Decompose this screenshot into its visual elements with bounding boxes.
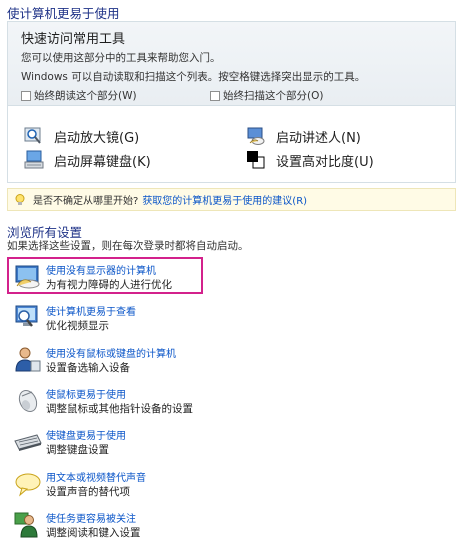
start-narrator-button[interactable]: 启动讲述人(N): [246, 126, 361, 146]
start-on-screen-keyboard-label: 启动屏幕键盘(K): [54, 154, 151, 170]
set-high-contrast-label: 设置高对比度(U): [276, 154, 374, 170]
settings-item-no-mouse-keyboard[interactable]: 使用没有鼠标或键盘的计算机 设置备选输入设备: [13, 345, 413, 381]
settings-desc: 设置声音的替代项: [46, 486, 130, 498]
start-narrator-label: 启动讲述人(N): [276, 130, 361, 146]
settings-link[interactable]: 使键盘更易于使用: [46, 427, 126, 442]
browse-subtitle: 如果选择这些设置，则在每次登录时都将自动启动。: [7, 240, 249, 252]
keyboard-icon: [14, 434, 42, 451]
start-magnifier-button[interactable]: 启动放大镜(G): [24, 126, 139, 146]
always-read-label: 始终朗读这个部分(W): [34, 90, 137, 102]
settings-link[interactable]: 使任务更容易被关注: [46, 510, 136, 525]
highlight-box: [7, 257, 203, 294]
always-read-checkbox[interactable]: 始终朗读这个部分(W): [21, 88, 137, 103]
settings-link[interactable]: 使计算机更易于查看: [46, 303, 136, 318]
settings-desc: 调整鼠标或其他指针设备的设置: [46, 403, 193, 415]
quick-access-desc-1: 您可以使用这部分中的工具来帮助您入门。: [21, 52, 221, 64]
settings-link[interactable]: 使鼠标更易于使用: [46, 386, 126, 401]
narrator-icon: [247, 127, 265, 145]
settings-item-focus-tasks[interactable]: 使任务更容易被关注 调整阅读和键入设置: [13, 510, 413, 546]
suggestion-tip-bar: 是否不确定从哪里开始? 获取您的计算机更易于使用的建议(R): [7, 188, 456, 211]
lightbulb-icon: [15, 193, 25, 205]
on-screen-keyboard-icon: [24, 150, 44, 169]
get-recommendations-link[interactable]: 获取您的计算机更易于使用的建议(R): [142, 192, 307, 207]
settings-desc: 调整阅读和键入设置: [46, 527, 141, 539]
quick-access-header: 快速访问常用工具 您可以使用这部分中的工具来帮助您入门。 Windows 可以自…: [8, 22, 455, 106]
users-focus-icon: [14, 512, 38, 538]
monitor-magnify-icon: [15, 305, 38, 327]
always-scan-label: 始终扫描这个部分(O): [223, 90, 324, 102]
settings-item-sound-alternatives[interactable]: 用文本或视频替代声音 设置声音的替代项: [13, 469, 413, 505]
tip-text: 是否不确定从哪里开始?: [33, 196, 139, 207]
settings-item-mouse[interactable]: 使鼠标更易于使用 调整鼠标或其他指针设备的设置: [13, 386, 413, 422]
magnifier-icon: [24, 127, 41, 144]
settings-link[interactable]: 用文本或视频替代声音: [46, 469, 146, 484]
mouse-icon: [18, 389, 38, 413]
settings-item-keyboard[interactable]: 使键盘更易于使用 调整键盘设置: [13, 427, 413, 463]
quick-access-desc-2: Windows 可以自动读取和扫描这个列表。按空格键选择突出显示的工具。: [21, 71, 366, 83]
quick-access-title: 快速访问常用工具: [21, 32, 126, 47]
start-on-screen-keyboard-button[interactable]: 启动屏幕键盘(K): [24, 150, 151, 170]
user-icon: [15, 347, 41, 372]
page-title: 使计算机更易于使用: [7, 6, 120, 21]
settings-desc: 优化视频显示: [46, 320, 109, 332]
checkbox-box[interactable]: [210, 90, 220, 101]
quick-access-panel: 快速访问常用工具 您可以使用这部分中的工具来帮助您入门。 Windows 可以自…: [7, 21, 456, 183]
always-scan-checkbox[interactable]: 始终扫描这个部分(O): [210, 88, 323, 103]
settings-desc: 设置备选输入设备: [46, 362, 130, 374]
set-high-contrast-button[interactable]: 设置高对比度(U): [246, 150, 374, 170]
settings-desc: 调整键盘设置: [46, 444, 109, 456]
speech-bubble-icon: [15, 473, 41, 497]
start-magnifier-label: 启动放大镜(G): [54, 130, 140, 146]
settings-link[interactable]: 使用没有鼠标或键盘的计算机: [46, 345, 176, 360]
high-contrast-icon: [247, 151, 265, 169]
checkbox-box[interactable]: [21, 90, 31, 101]
settings-item-easier-to-see[interactable]: 使计算机更易于查看 优化视频显示: [13, 303, 413, 339]
